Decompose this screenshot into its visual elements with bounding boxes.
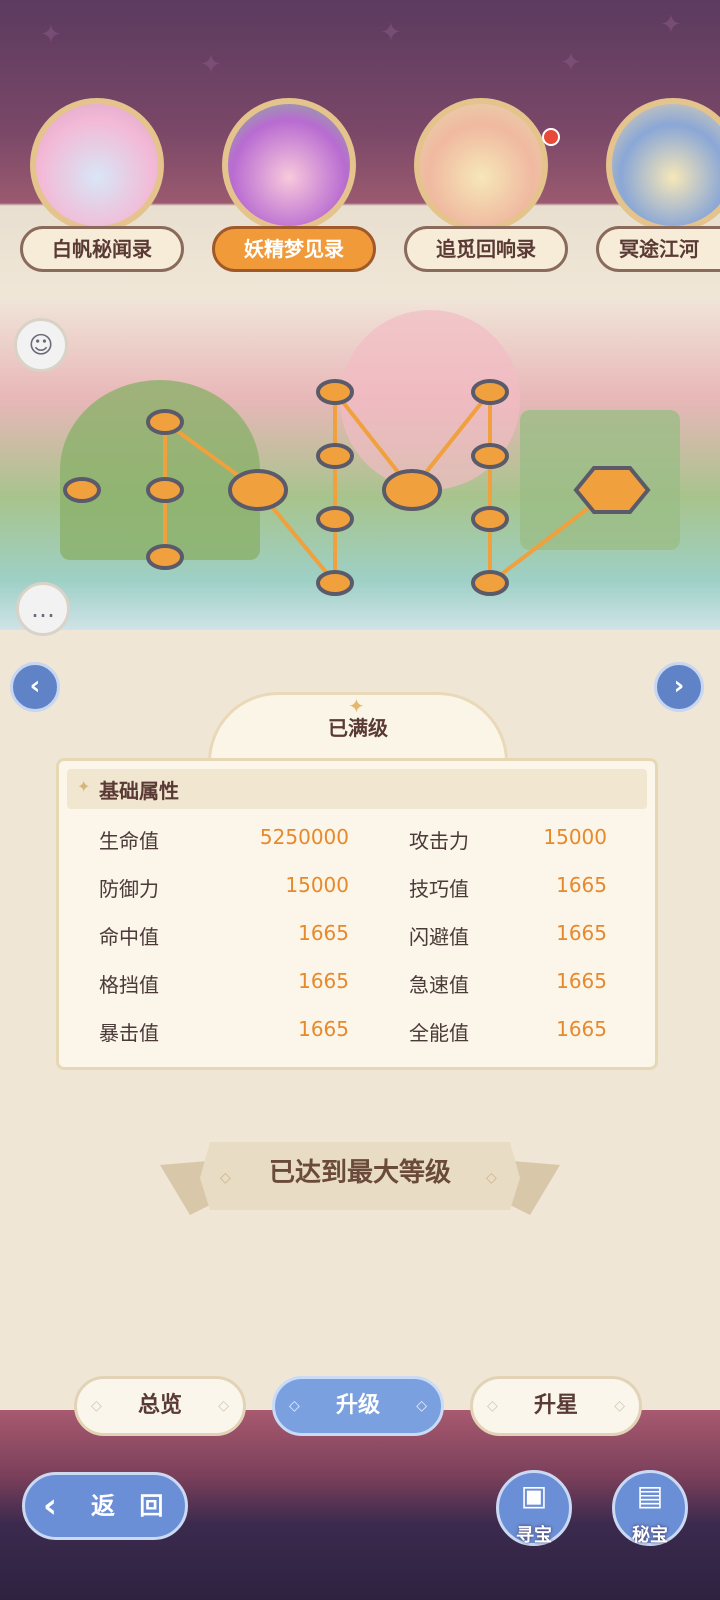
stat-name: 暴击值 [99, 1021, 159, 1045]
secret-treasure-label: 秘宝 [632, 1525, 668, 1546]
book-cover-image [606, 98, 720, 232]
sparkle-icon: ✦ [40, 20, 62, 50]
node-graph [63, 379, 651, 596]
sparkle-icon: ✦ [200, 50, 222, 80]
skill-node[interactable] [573, 466, 651, 514]
chat-bubble-icon[interactable]: … [16, 582, 70, 636]
max-level-text: 已达到最大等级 [268, 1158, 451, 1188]
treasure-chest-icon: ▣ [520, 1479, 548, 1512]
stat-name: 闪避值 [409, 925, 469, 949]
section-title: 基础属性 [99, 779, 179, 803]
skill-node[interactable] [146, 477, 184, 503]
stat-name: 全能值 [409, 1021, 469, 1045]
tab-overview[interactable]: ◇ 总览 ◇ [74, 1376, 246, 1436]
skill-node[interactable] [316, 379, 354, 405]
tab-upgrade[interactable]: ◇ 升级 ◇ [272, 1376, 444, 1436]
stat-value: 1665 [298, 1017, 349, 1041]
chevron-right-icon[interactable]: › [654, 662, 704, 712]
stat-name: 急速值 [409, 973, 469, 997]
stat-value: 1665 [556, 921, 607, 945]
tab-star-up[interactable]: ◇ 升星 ◇ [470, 1376, 642, 1436]
sparkle-icon: ✦ [560, 48, 582, 78]
book-tab-3[interactable]: 追觅回响录 [404, 98, 568, 278]
back-label: 返 回 [91, 1492, 172, 1520]
skill-node[interactable] [316, 506, 354, 532]
book-tab-2[interactable]: 妖精梦见录 [212, 98, 376, 278]
skill-node[interactable] [146, 544, 184, 570]
sparkle-icon: ✦ [380, 18, 402, 48]
sparkle-icon: ✦ [660, 10, 682, 40]
treasure-box-icon: ▤ [636, 1479, 664, 1512]
skill-node[interactable] [382, 469, 442, 511]
stat-name: 生命值 [99, 829, 159, 853]
skill-node[interactable] [316, 570, 354, 596]
skill-node[interactable] [471, 379, 509, 405]
stat-value: 15000 [543, 825, 607, 849]
book-tab-label: 白帆秘闻录 [20, 226, 184, 272]
skill-node[interactable] [146, 409, 184, 435]
stat-name: 攻击力 [409, 829, 469, 853]
skill-node[interactable] [471, 570, 509, 596]
stat-name: 格挡值 [99, 973, 159, 997]
treasure-hunt-label: 寻宝 [516, 1525, 552, 1546]
skill-node[interactable] [471, 443, 509, 469]
book-tab-label: 追觅回响录 [404, 226, 568, 272]
chevron-left-icon[interactable]: ‹ [10, 662, 60, 712]
book-tab-label: 冥途江河 [596, 226, 720, 272]
attribute-panel: ✦ 基础属性 生命值 5250000 攻击力 15000 防御力 15000 技… [56, 758, 658, 1070]
notification-dot [542, 128, 560, 146]
skill-node[interactable] [228, 469, 288, 511]
stat-value: 5250000 [259, 825, 349, 849]
stat-value: 1665 [298, 969, 349, 993]
book-cover-image [222, 98, 356, 232]
skill-node[interactable] [63, 477, 101, 503]
stat-name: 防御力 [99, 877, 159, 901]
stat-name: 命中值 [99, 925, 159, 949]
skill-node[interactable] [471, 506, 509, 532]
book-cover-image [414, 98, 548, 232]
skill-node[interactable] [316, 443, 354, 469]
stat-value: 15000 [285, 873, 349, 897]
stat-name: 技巧值 [409, 877, 469, 901]
robot-icon[interactable]: ☺ [14, 318, 68, 372]
stat-value: 1665 [556, 1017, 607, 1041]
secret-treasure-button[interactable]: ▤ 秘宝 [612, 1470, 688, 1546]
stat-value: 1665 [298, 921, 349, 945]
back-button[interactable]: ‹ 返 回 [22, 1472, 188, 1540]
book-cover-image [30, 98, 164, 232]
book-tab-4[interactable]: 冥途江河 [596, 98, 720, 278]
section-header: ✦ 基础属性 [67, 769, 647, 809]
stat-value: 1665 [556, 873, 607, 897]
skill-map [0, 300, 720, 630]
stat-value: 1665 [556, 969, 607, 993]
book-tab-1[interactable]: 白帆秘闻录 [20, 98, 184, 278]
level-status: 已满级 [328, 716, 388, 740]
star-icon: ✦ [77, 777, 91, 796]
book-tab-label: 妖精梦见录 [212, 226, 376, 272]
back-arrow-icon: ‹ [43, 1486, 58, 1526]
treasure-hunt-button[interactable]: ▣ 寻宝 [496, 1470, 572, 1546]
